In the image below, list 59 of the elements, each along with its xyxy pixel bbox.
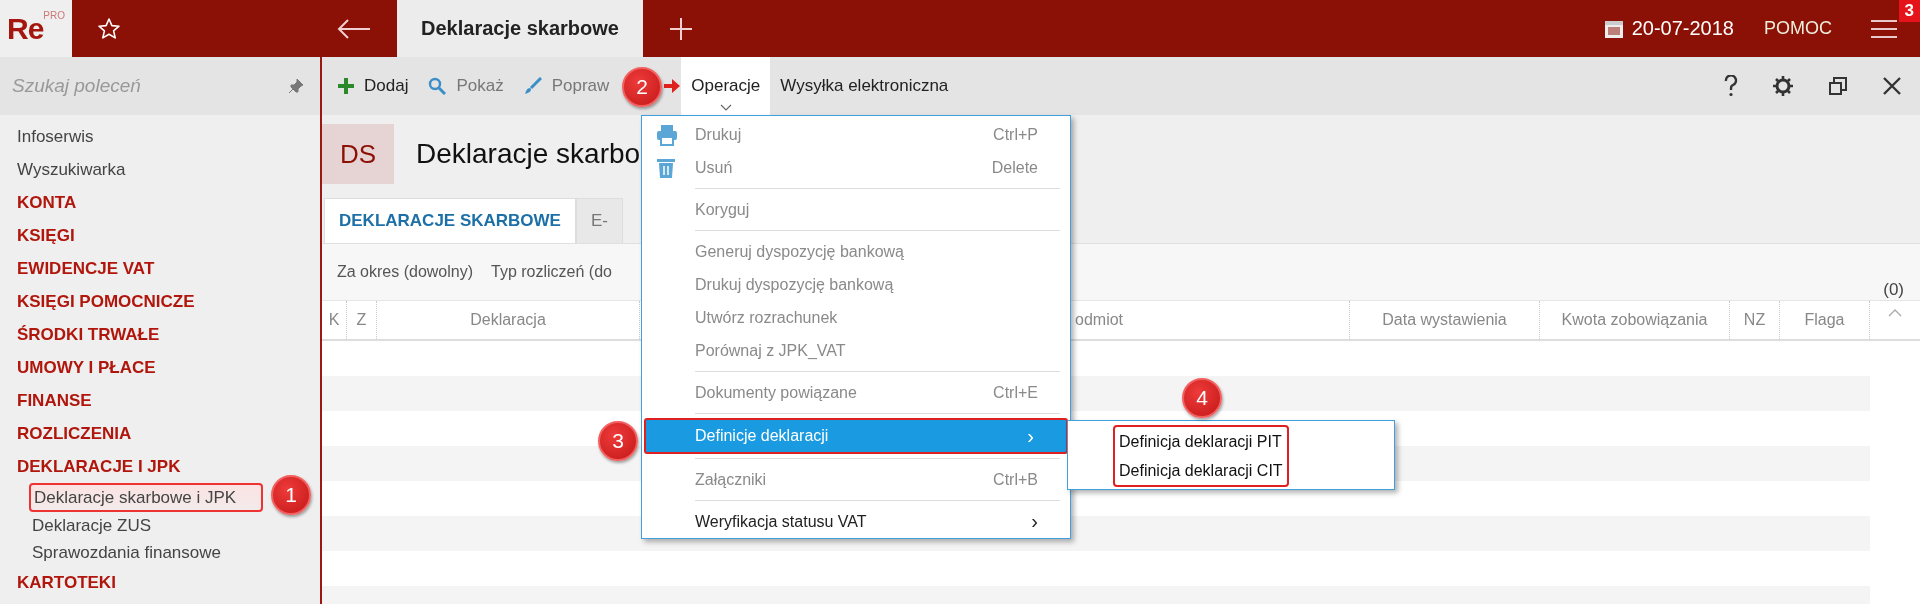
close-icon[interactable]	[1882, 76, 1902, 96]
plus-icon	[338, 78, 354, 94]
toolbar-button[interactable]: Operacje	[681, 57, 771, 115]
document-tab[interactable]: Deklaracje skarbowe	[397, 0, 643, 57]
restore-window-icon[interactable]	[1828, 76, 1848, 96]
tab[interactable]: E-	[575, 198, 623, 243]
date-label[interactable]: 20-07-2018	[1631, 17, 1734, 40]
sidebar-item[interactable]: Sprawozdania finansowe	[0, 539, 320, 566]
filter-label[interactable]: Typ rozliczeń (do	[491, 263, 612, 281]
sidebar-item[interactable]: Deklaracje skarbowe i JPK	[29, 483, 263, 512]
sidebar-item[interactable]: UMOWY I PŁACE	[0, 351, 320, 384]
toolbar-button[interactable]: Dodaj	[322, 57, 419, 115]
notification-badge: 3	[1898, 0, 1920, 22]
sidebar-item[interactable]: EWIDENCJE VAT	[0, 252, 320, 285]
submenu-item[interactable]: Definicja deklaracji CIT	[1119, 456, 1283, 485]
search-box[interactable]: Szukaj poleceń	[0, 57, 320, 115]
sidebar-item[interactable]: KSIĘGI	[0, 219, 320, 252]
column-header[interactable]: NZ	[1743, 311, 1766, 329]
column-header[interactable]: Flaga	[1804, 311, 1845, 329]
sidebar-item[interactable]: KSIĘGI POMOCNICZE	[0, 285, 320, 318]
column-header[interactable]: Z	[356, 311, 367, 329]
printer-icon	[656, 124, 678, 146]
sidebar-item[interactable]: Infoserwis	[0, 120, 320, 153]
help-icon[interactable]	[1724, 75, 1738, 97]
submenu-item[interactable]: Definicja deklaracji PIT	[1119, 427, 1283, 456]
star-icon[interactable]	[96, 16, 121, 41]
filter-label[interactable]: Za okres (dowolny)	[337, 263, 474, 281]
record-count: (0)	[1883, 280, 1904, 300]
menu-icon[interactable]	[1870, 18, 1898, 39]
sidebar-item[interactable]: Wyszukiwarka	[0, 153, 320, 186]
sidebar-item[interactable]: ROZLICZENIA	[0, 417, 320, 450]
sidebar-item[interactable]: Deklaracje ZUS	[0, 512, 320, 539]
search-field[interactable]: Szukaj poleceń	[10, 74, 288, 98]
menu-item[interactable]: Weryfikacja statusu VAT ›	[642, 505, 1070, 538]
column-header[interactable]: Deklaracja	[470, 311, 546, 329]
pin-icon[interactable]	[288, 78, 304, 94]
module-badge: DS	[322, 124, 394, 184]
sidebar-item[interactable]: KARTOTEKI	[0, 566, 320, 599]
back-arrow-icon[interactable]	[337, 18, 371, 39]
column-header[interactable]: Data wystawienia	[1382, 311, 1507, 329]
column-header[interactable]: K	[328, 311, 340, 329]
callout-arrow	[664, 79, 680, 93]
chevron-down-icon	[719, 104, 732, 111]
tab[interactable]: DEKLARACJE SKARBOWE	[324, 198, 576, 243]
settings-icon[interactable]	[1772, 75, 1794, 97]
menu-item[interactable]: Definicje deklaracji ›	[644, 418, 1068, 454]
page-title: Deklaracje skarbo	[416, 138, 641, 170]
trash-icon	[656, 157, 676, 179]
sidebar-item[interactable]: FINANSE	[0, 384, 320, 417]
help-link[interactable]: POMOC	[1764, 18, 1832, 39]
plus-icon[interactable]	[669, 16, 693, 41]
toolbar-button[interactable]: Wysyłka elektroniczna	[770, 57, 959, 115]
search-icon	[428, 77, 447, 95]
calendar-icon[interactable]	[1603, 18, 1624, 39]
sidebar-item[interactable]: ŚRODKI TRWAŁE	[0, 318, 320, 351]
sidebar-item[interactable]: KONTA	[0, 186, 320, 219]
brush-icon	[523, 77, 542, 95]
column-header[interactable]: odmiot	[1075, 311, 1124, 329]
column-header[interactable]: Kwota zobowiązania	[1561, 311, 1708, 329]
